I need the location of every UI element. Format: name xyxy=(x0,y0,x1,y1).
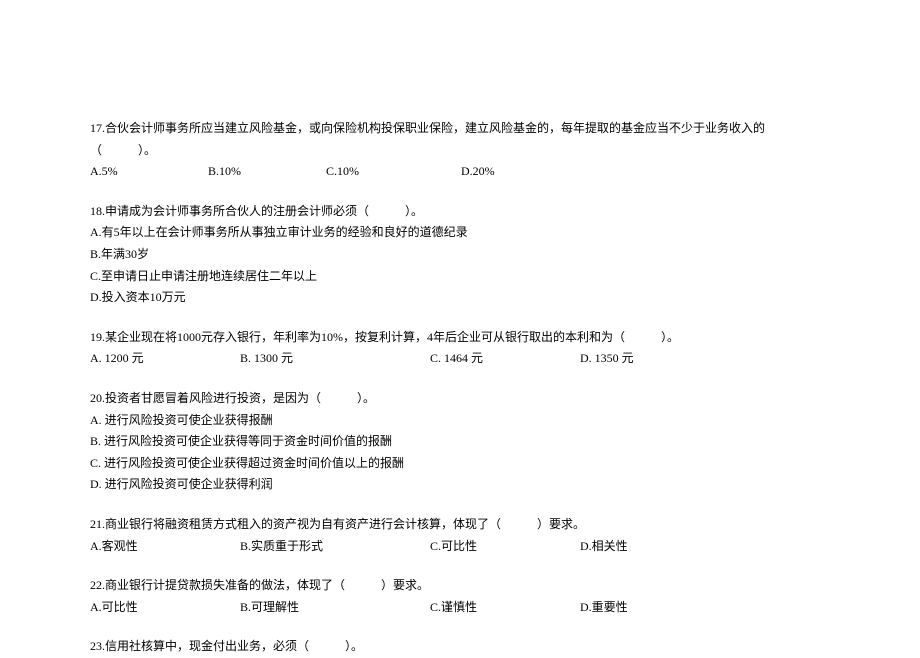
question-21: 21.商业银行将融资租赁方式租入的资产视为自有资产进行会计核算，体现了（ ）要求… xyxy=(90,514,830,557)
option-21-d: D.相关性 xyxy=(580,536,628,558)
question-22-options: A.可比性 B.可理解性 C.谨慎性 D.重要性 xyxy=(90,597,830,619)
option-21-c: C.可比性 xyxy=(430,536,580,558)
question-17-text: 17.合伙会计师事务所应当建立风险基金，或向保险机构投保职业保险，建立风险基金的… xyxy=(90,118,830,161)
question-18-text: 18.申请成为会计师事务所合伙人的注册会计师必须（ ）。 xyxy=(90,201,830,223)
option-21-a: A.客观性 xyxy=(90,536,240,558)
question-19-text: 19.某企业现在将1000元存入银行，年利率为10%，按复利计算，4年后企业可从… xyxy=(90,327,830,349)
question-18: 18.申请成为会计师事务所合伙人的注册会计师必须（ ）。 A.有5年以上在会计师… xyxy=(90,201,830,309)
question-17: 17.合伙会计师事务所应当建立风险基金，或向保险机构投保职业保险，建立风险基金的… xyxy=(90,118,830,183)
option-20-c: C. 进行风险投资可使企业获得超过资金时间价值以上的报酬 xyxy=(90,453,830,475)
question-17-options: A.5% B.10% C.10% D.20% xyxy=(90,161,830,183)
option-18-b: B.年满30岁 xyxy=(90,244,830,266)
option-17-c: C.10% xyxy=(326,161,461,183)
option-18-d: D.投入资本10万元 xyxy=(90,287,830,309)
option-17-b: B.10% xyxy=(208,161,326,183)
question-19-options: A. 1200 元 B. 1300 元 C. 1464 元 D. 1350 元 xyxy=(90,348,830,370)
option-18-a: A.有5年以上在会计师事务所从事独立审计业务的经验和良好的道德纪录 xyxy=(90,222,830,244)
option-19-d: D. 1350 元 xyxy=(580,348,634,370)
option-22-b: B.可理解性 xyxy=(240,597,430,619)
option-17-d: D.20% xyxy=(461,161,495,183)
option-22-a: A.可比性 xyxy=(90,597,240,619)
option-21-b: B.实质重于形式 xyxy=(240,536,430,558)
option-20-b: B. 进行风险投资可使企业获得等同于资金时间价值的报酬 xyxy=(90,431,830,453)
question-20: 20.投资者甘愿冒着风险进行投资，是因为（ ）。 A. 进行风险投资可使企业获得… xyxy=(90,388,830,496)
question-22: 22.商业银行计提贷款损失准备的做法，体现了（ ）要求。 A.可比性 B.可理解… xyxy=(90,575,830,618)
question-19: 19.某企业现在将1000元存入银行，年利率为10%，按复利计算，4年后企业可从… xyxy=(90,327,830,370)
option-18-c: C.至申请日止申请注册地连续居住二年以上 xyxy=(90,266,830,288)
option-17-a: A.5% xyxy=(90,161,208,183)
option-19-a: A. 1200 元 xyxy=(90,348,240,370)
option-19-b: B. 1300 元 xyxy=(240,348,430,370)
option-20-d: D. 进行风险投资可使企业获得利润 xyxy=(90,474,830,496)
question-23-text: 23.信用社核算中，现金付出业务，必须（ ）。 xyxy=(90,636,830,658)
question-21-options: A.客观性 B.实质重于形式 C.可比性 D.相关性 xyxy=(90,536,830,558)
question-21-text: 21.商业银行将融资租赁方式租入的资产视为自有资产进行会计核算，体现了（ ）要求… xyxy=(90,514,830,536)
question-22-text: 22.商业银行计提贷款损失准备的做法，体现了（ ）要求。 xyxy=(90,575,830,597)
option-22-d: D.重要性 xyxy=(580,597,628,619)
question-23: 23.信用社核算中，现金付出业务，必须（ ）。 xyxy=(90,636,830,658)
option-20-a: A. 进行风险投资可使企业获得报酬 xyxy=(90,410,830,432)
option-22-c: C.谨慎性 xyxy=(430,597,580,619)
option-19-c: C. 1464 元 xyxy=(430,348,580,370)
question-20-text: 20.投资者甘愿冒着风险进行投资，是因为（ ）。 xyxy=(90,388,830,410)
